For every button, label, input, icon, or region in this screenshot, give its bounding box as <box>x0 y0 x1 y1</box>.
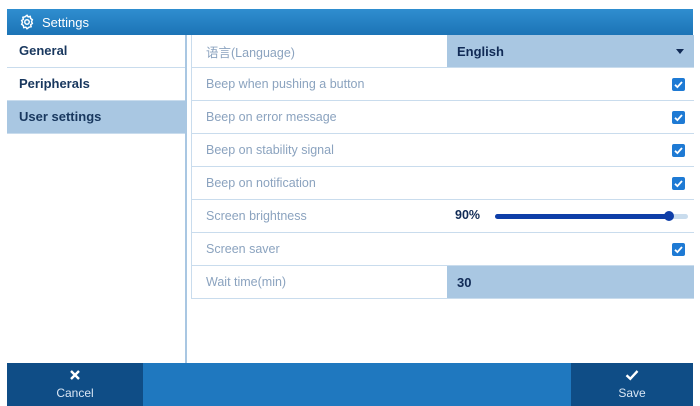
screensaver-checkbox[interactable] <box>672 243 685 256</box>
sidebar-item-user-settings[interactable]: User settings <box>7 101 185 134</box>
brightness-slider-fill <box>495 214 669 219</box>
language-value: English <box>457 43 504 59</box>
check-icon <box>625 369 639 384</box>
sidebar-item-label: General <box>19 43 68 58</box>
screensaver-label: Screen saver <box>206 242 280 256</box>
sidebar-item-label: User settings <box>19 109 102 124</box>
cancel-button[interactable]: Cancel <box>7 363 143 406</box>
brightness-row: Screen brightness 90% <box>191 200 694 233</box>
wait-time-label: Wait time(min) <box>206 275 287 289</box>
sidebar-item-label: Peripherals <box>19 76 90 91</box>
beep-stability-label: Beep on stability signal <box>206 143 334 157</box>
sidebar: General Peripherals User settings <box>7 35 187 370</box>
beep-notification-checkbox[interactable] <box>672 177 685 190</box>
window-title: Settings <box>42 14 89 30</box>
beep-button-row: Beep when pushing a button <box>191 68 694 101</box>
brightness-slider-handle[interactable] <box>663 211 674 221</box>
language-select[interactable]: English <box>447 35 694 67</box>
wait-time-value: 30 <box>457 274 472 290</box>
sidebar-item-general[interactable]: General <box>7 35 185 68</box>
brightness-value: 90% <box>455 208 481 222</box>
beep-notification-row: Beep on notification <box>191 167 694 200</box>
chevron-down-icon <box>676 49 684 54</box>
beep-button-label: Beep when pushing a button <box>206 77 365 91</box>
sidebar-item-peripherals[interactable]: Peripherals <box>7 68 185 101</box>
close-icon <box>69 369 81 384</box>
save-button[interactable]: Save <box>571 363 693 406</box>
save-label: Save <box>618 386 646 400</box>
screensaver-row: Screen saver <box>191 233 694 266</box>
beep-error-label: Beep on error message <box>206 110 337 124</box>
beep-error-checkbox[interactable] <box>672 111 685 124</box>
beep-button-checkbox[interactable] <box>672 78 685 91</box>
brightness-label: Screen brightness <box>206 209 307 223</box>
wait-time-row: Wait time(min) 30 <box>191 266 694 299</box>
settings-window: Settings General Peripherals User settin… <box>7 9 694 406</box>
beep-stability-checkbox[interactable] <box>672 144 685 157</box>
language-label: 语言(Language) <box>206 45 295 60</box>
wait-time-input[interactable]: 30 <box>447 266 694 298</box>
beep-notification-label: Beep on notification <box>206 176 316 190</box>
language-row: 语言(Language) English <box>191 35 694 68</box>
brightness-slider[interactable] <box>495 211 688 221</box>
cancel-label: Cancel <box>56 386 94 400</box>
beep-error-row: Beep on error message <box>191 101 694 134</box>
bottom-toolbar: Cancel Save <box>7 363 693 406</box>
title-bar: Settings <box>7 9 693 35</box>
beep-stability-row: Beep on stability signal <box>191 134 694 167</box>
settings-panel: 语言(Language) English Beep when pushing a… <box>191 35 694 370</box>
gear-icon <box>18 13 36 31</box>
